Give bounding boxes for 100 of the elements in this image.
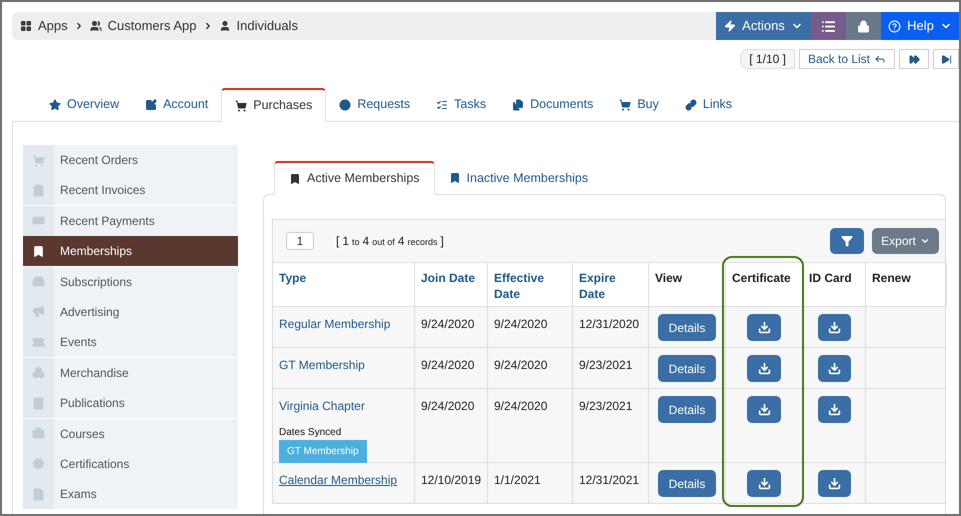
column-header: View — [655, 270, 684, 286]
megaphone-icon — [32, 305, 45, 318]
column-header: ID Card — [809, 270, 853, 286]
files-icon — [512, 98, 524, 110]
sync-note: Dates Synced — [279, 426, 342, 440]
id-card-download-button[interactable] — [818, 314, 850, 341]
reply-icon — [874, 53, 886, 65]
download-icon — [828, 362, 840, 375]
certificate-download-button[interactable] — [747, 396, 781, 423]
inbox-icon — [32, 275, 45, 288]
date-text: 9/24/2020 — [494, 317, 548, 331]
download-icon — [758, 477, 770, 490]
date-text: 9/24/2020 — [494, 399, 548, 413]
membership-link[interactable]: Virginia Chapter — [279, 397, 365, 415]
details-button[interactable]: Details — [658, 396, 716, 423]
id-card-download-button[interactable] — [818, 355, 850, 382]
record-count: [ 1 to 4 out of 4 records ] — [336, 233, 444, 250]
details-button[interactable]: Details — [658, 470, 716, 497]
date-text: 12/10/2019 — [421, 473, 482, 487]
bolt-icon — [724, 20, 736, 32]
record-position: [ 1/10 ] — [740, 49, 795, 69]
sidebar-item[interactable]: Certifications — [23, 448, 238, 479]
sidebar-item[interactable]: Publications — [23, 388, 238, 418]
column-header[interactable]: Type — [279, 270, 408, 286]
date-text: 9/24/2020 — [421, 399, 474, 413]
sidebar-item[interactable]: Memberships — [23, 236, 238, 266]
details-button[interactable]: Details — [658, 355, 716, 382]
filter-button[interactable] — [830, 228, 864, 254]
breadcrumb-link[interactable]: Apps — [38, 16, 68, 36]
date-text: 9/24/2020 — [494, 358, 548, 372]
bookmark-icon — [289, 172, 301, 184]
next-button[interactable] — [899, 49, 929, 69]
fast-forward-icon — [908, 54, 920, 64]
tab[interactable]: Buy — [606, 88, 672, 121]
list-button[interactable] — [811, 12, 846, 40]
tab[interactable]: Purchases — [221, 88, 326, 122]
tab[interactable]: Overview — [36, 88, 132, 121]
column-header[interactable]: Effective Date — [494, 270, 566, 302]
tab[interactable]: Requests — [326, 88, 424, 121]
sidebar-item[interactable]: Events — [23, 327, 238, 358]
lock-button[interactable] — [846, 12, 881, 40]
date-text: 12/31/2020 — [579, 317, 640, 331]
column-header[interactable]: Join Date — [421, 270, 481, 286]
caret-icon — [920, 236, 930, 246]
tab[interactable]: Documents — [499, 88, 606, 121]
breadcrumb-link[interactable]: Customers App — [108, 16, 197, 36]
membership-link[interactable]: Calendar Membership — [279, 471, 398, 489]
download-icon — [828, 403, 840, 416]
document-icon — [32, 488, 45, 501]
breadcrumb-link[interactable]: Individuals — [236, 16, 298, 36]
sidebar-item[interactable]: Recent Orders — [23, 145, 238, 175]
id-card-download-button[interactable] — [818, 470, 850, 497]
sidebar-item[interactable]: Exams — [23, 479, 238, 510]
list-icon — [821, 18, 836, 34]
book-icon — [32, 396, 45, 410]
help-icon — [888, 20, 902, 32]
gear-icon — [32, 457, 45, 470]
sidebar-item[interactable]: Advertising — [23, 296, 238, 327]
sidebar-item[interactable]: Recent Payments — [23, 206, 238, 236]
certificate-download-button[interactable] — [747, 470, 781, 497]
sidebar-item[interactable]: Merchandise — [23, 358, 238, 388]
user-icon — [218, 20, 231, 32]
membership-link[interactable]: Regular Membership — [279, 315, 390, 333]
export-button[interactable]: Export — [872, 228, 939, 254]
back-to-list-button[interactable]: Back to List — [798, 49, 895, 69]
id-card-download-button[interactable] — [818, 396, 850, 423]
certificate-download-button[interactable] — [747, 355, 781, 382]
download-icon — [828, 321, 840, 334]
date-text: 9/24/2020 — [421, 358, 474, 372]
membership-tag: GT Membership — [279, 440, 367, 463]
sidebar-item[interactable]: Recent Invoices — [23, 175, 238, 206]
details-button[interactable]: Details — [658, 314, 716, 341]
last-button[interactable] — [933, 49, 959, 69]
checklist-icon — [436, 98, 448, 110]
tab[interactable]: Links — [672, 88, 746, 121]
help-button[interactable]: Help — [881, 12, 959, 40]
date-text: 9/23/2021 — [579, 358, 632, 372]
date-text: 1/1/2021 — [494, 473, 541, 487]
briefcase-icon — [32, 427, 45, 440]
column-header[interactable]: Expire Date — [579, 270, 642, 302]
date-text: 9/24/2020 — [421, 317, 474, 331]
cart-icon — [619, 98, 632, 110]
boxes-icon — [32, 366, 45, 380]
sidebar-item[interactable]: Courses — [23, 418, 238, 449]
skip-end-icon — [940, 54, 952, 64]
tab[interactable]: Account — [132, 88, 222, 121]
download-icon — [828, 477, 840, 490]
subtab[interactable]: Active Memberships — [274, 161, 435, 195]
certificate-download-button[interactable] — [747, 314, 781, 341]
clipboard-icon — [32, 184, 45, 197]
banknote-icon — [32, 214, 45, 228]
actions-button[interactable]: Actions — [716, 12, 811, 40]
tab[interactable]: Tasks — [423, 88, 500, 121]
download-icon — [758, 321, 770, 334]
membership-link[interactable]: GT Membership — [279, 356, 365, 374]
page-input[interactable]: 1 — [286, 232, 314, 250]
filter-icon — [841, 235, 853, 247]
download-icon — [758, 362, 770, 375]
sidebar-item[interactable]: Subscriptions — [23, 266, 238, 297]
subtab[interactable]: Inactive Memberships — [434, 161, 602, 195]
